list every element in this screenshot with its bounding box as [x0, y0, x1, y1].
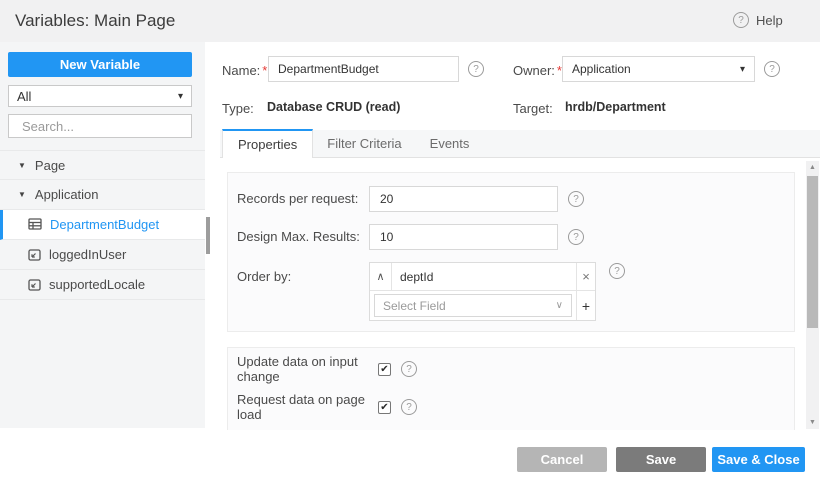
- order-by-field: deptId: [400, 269, 434, 284]
- tree-expanded-icon: ▼: [18, 190, 26, 199]
- tab-events[interactable]: Events: [416, 129, 484, 157]
- chevron-down-icon: ∨: [555, 300, 563, 311]
- variable-tree: ▼ Page ▼ Application DepartmentBudget lo…: [0, 150, 205, 300]
- owner-help-icon[interactable]: ?: [764, 61, 780, 77]
- tree-item-label: DepartmentBudget: [50, 217, 160, 232]
- scroll-down-icon[interactable]: ▼: [806, 419, 819, 426]
- order-by-row: ∧ deptId ×: [370, 263, 595, 291]
- close-icon: ×: [582, 269, 590, 284]
- help-button[interactable]: ? Help: [733, 12, 783, 28]
- type-label: Type:: [222, 101, 254, 116]
- save-button[interactable]: Save: [616, 447, 706, 472]
- order-by-add-row: Select Field ∨ +: [370, 291, 595, 320]
- select-field-dropdown[interactable]: Select Field ∨: [374, 294, 572, 317]
- help-circle-icon: ?: [733, 12, 749, 28]
- variable-search[interactable]: [8, 114, 198, 138]
- order-by-widget: ∧ deptId × Select Field ∨ +: [369, 262, 596, 321]
- request-on-load-label: Request data on page load: [237, 392, 365, 422]
- design-max-help-icon[interactable]: ?: [568, 229, 584, 245]
- tree-group-page[interactable]: ▼ Page: [0, 150, 205, 180]
- chevron-up-icon: ∧: [376, 271, 385, 283]
- update-on-input-row: Update data on input change ✔ ?: [237, 354, 417, 384]
- variable-icon: [28, 278, 41, 291]
- check-icon: ✔: [380, 401, 389, 413]
- records-help-icon[interactable]: ?: [568, 191, 584, 207]
- design-max-results-label: Design Max. Results:: [237, 229, 360, 244]
- tab-properties[interactable]: Properties: [222, 129, 314, 158]
- variable-filter-select[interactable]: All ▾: [8, 85, 192, 107]
- data-options-panel: Update data on input change ✔ ? Request …: [227, 347, 795, 430]
- variable-filter-value: All: [17, 88, 32, 104]
- tree-group-label: Page: [34, 157, 66, 173]
- app-header: Variables: Main Page ? Help: [0, 0, 820, 42]
- tree-expanded-icon: ▼: [18, 160, 26, 170]
- type-value: Database CRUD (read): [267, 100, 401, 114]
- sort-direction-button[interactable]: ∧: [370, 263, 392, 290]
- new-variable-button[interactable]: New Variable: [8, 52, 192, 77]
- variables-sidebar: New Variable All ▾ ▼ Page ▼ Application: [0, 42, 205, 428]
- name-help-icon[interactable]: ?: [468, 61, 484, 77]
- properties-panel: Records per request: ? Design Max. Resul…: [227, 172, 795, 332]
- order-by-help-icon[interactable]: ?: [609, 263, 625, 279]
- page-title: Variables: Main Page: [15, 11, 176, 30]
- remove-field-button[interactable]: ×: [576, 263, 595, 290]
- tree-item-label: loggedInUser: [49, 247, 127, 262]
- sidebar-scrollbar-thumb[interactable]: [206, 217, 210, 254]
- target-label: Target:: [513, 101, 553, 116]
- database-variable-icon: [28, 218, 42, 231]
- select-field-placeholder: Select Field: [383, 298, 446, 313]
- tab-filter-criteria[interactable]: Filter Criteria: [313, 129, 415, 157]
- update-on-input-checkbox[interactable]: ✔: [378, 362, 391, 376]
- tree-item-supportedlocale[interactable]: supportedLocale: [0, 270, 205, 300]
- search-input[interactable]: [22, 118, 198, 134]
- records-per-request-input[interactable]: [369, 186, 558, 212]
- update-on-input-help-icon[interactable]: ?: [401, 361, 417, 377]
- save-and-close-button[interactable]: Save & Close: [712, 447, 805, 472]
- plus-icon: +: [581, 297, 591, 314]
- owner-label: Owner: *: [513, 63, 562, 78]
- variable-icon: [28, 248, 41, 261]
- name-label: Name: *: [222, 63, 268, 78]
- tree-item-loggedinuser[interactable]: loggedInUser: [0, 240, 205, 270]
- update-on-input-label: Update data on input change: [237, 354, 358, 384]
- tree-group-label: Application: [34, 187, 99, 202]
- owner-select[interactable]: Application ▾: [562, 56, 755, 82]
- design-max-results-input[interactable]: [369, 224, 558, 250]
- caret-down-icon: ▾: [177, 90, 183, 102]
- required-asterisk: *: [262, 63, 268, 78]
- add-field-button[interactable]: +: [576, 291, 595, 320]
- content-scrollbar[interactable]: ▲ ▼: [806, 161, 819, 429]
- tree-group-application[interactable]: ▼ Application: [0, 180, 205, 210]
- request-on-load-row: Request data on page load ✔ ?: [237, 392, 417, 422]
- scroll-up-icon[interactable]: ▲: [806, 164, 819, 171]
- scrollbar-thumb[interactable]: [807, 176, 818, 328]
- tree-item-label: supportedLocale: [49, 277, 146, 292]
- records-per-request-label: Records per request:: [237, 191, 359, 206]
- owner-select-value: Application: [572, 62, 631, 76]
- request-on-load-checkbox[interactable]: ✔: [378, 400, 391, 414]
- order-by-label: Order by:: [237, 269, 292, 284]
- footer-bar: Cancel Save Save & Close: [0, 430, 820, 488]
- tab-bar: Properties Filter Criteria Events: [220, 129, 820, 158]
- check-icon: ✔: [380, 363, 389, 375]
- help-label: Help: [756, 12, 783, 28]
- request-on-load-help-icon[interactable]: ?: [401, 399, 417, 415]
- target-value: hrdb/Department: [565, 100, 666, 114]
- cancel-button[interactable]: Cancel: [517, 447, 607, 472]
- name-input[interactable]: [268, 56, 459, 82]
- caret-down-icon: ▾: [739, 63, 745, 75]
- tree-item-departmentbudget[interactable]: DepartmentBudget: [0, 210, 205, 240]
